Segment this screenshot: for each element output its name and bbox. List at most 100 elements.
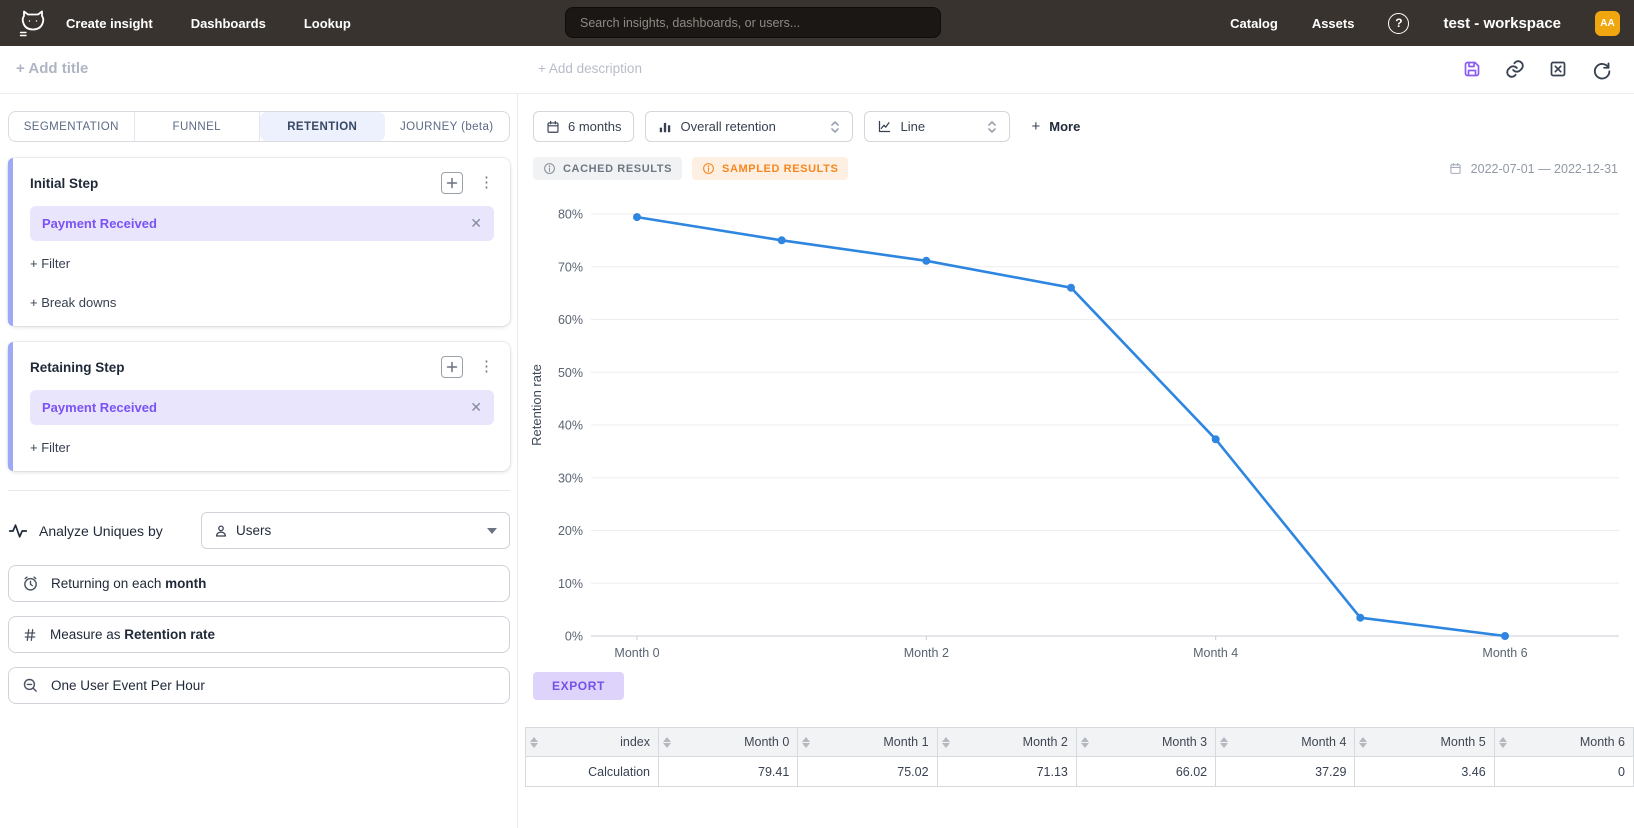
save-icon[interactable] (1461, 58, 1483, 80)
retention-line-chart[interactable]: 0%10%20%30%40%50%60%70%80%Month 0Month 2… (525, 184, 1634, 666)
column-header-month-1[interactable]: Month 1 (798, 728, 937, 757)
column-header-month-4[interactable]: Month 4 (1216, 728, 1355, 757)
date-range-value: 2022-07-01 — 2022-12-31 (1471, 162, 1618, 176)
zoom-out-icon (22, 677, 39, 694)
title-actions (1461, 58, 1612, 80)
hash-icon (22, 627, 38, 643)
table-cell: 3.46 (1355, 757, 1494, 787)
cached-results-badge: CACHED RESULTS (533, 157, 682, 180)
table-cell: 0 (1494, 757, 1633, 787)
column-header-month-0[interactable]: Month 0 (659, 728, 798, 757)
sort-icon[interactable] (802, 737, 810, 748)
column-header-month-2[interactable]: Month 2 (937, 728, 1076, 757)
metric-select[interactable]: Overall retention (645, 111, 853, 142)
calendar-icon (1449, 162, 1462, 175)
sort-icon[interactable] (942, 737, 950, 748)
add-title-button[interactable]: + Add title (16, 60, 88, 77)
svg-text:80%: 80% (558, 208, 583, 222)
sort-icon[interactable] (530, 737, 538, 748)
svg-text:70%: 70% (558, 260, 583, 274)
results-table-body: Calculation79.4175.0271.1366.0237.293.46… (526, 757, 1634, 787)
bar-chart-icon (658, 120, 672, 134)
add-filter-button[interactable]: + Filter (30, 256, 494, 271)
line-chart-icon (877, 119, 892, 134)
retaining-step-event-pill[interactable]: Payment Received ✕ (30, 390, 494, 425)
svg-text:30%: 30% (558, 471, 583, 485)
analyze-entity-select[interactable]: Users (201, 512, 510, 549)
metric-select-value: Overall retention (680, 119, 775, 134)
nav-item-dashboards[interactable]: Dashboards (191, 16, 266, 31)
export-button[interactable]: EXPORT (533, 672, 624, 700)
app-logo-cat-icon[interactable] (16, 6, 50, 40)
chart-type-value: Line (900, 119, 925, 134)
kebab-menu-icon[interactable]: ⋮ (479, 362, 494, 372)
table-row: Calculation79.4175.0271.1366.0237.293.46… (526, 757, 1634, 787)
initial-step-event-pill[interactable]: Payment Received ✕ (30, 206, 494, 241)
link-icon[interactable] (1504, 58, 1526, 80)
workspace-name[interactable]: test - workspace (1443, 15, 1561, 32)
svg-text:20%: 20% (558, 524, 583, 538)
avatar[interactable]: AA (1595, 11, 1620, 36)
remove-event-icon[interactable]: ✕ (470, 215, 482, 232)
column-label: index (544, 735, 650, 749)
sort-icon[interactable] (1499, 737, 1507, 748)
column-label: Month 0 (677, 735, 789, 749)
tab-segmentation[interactable]: SEGMENTATION (9, 112, 135, 141)
query-builder-panel: SEGMENTATIONFUNNELRETENTIONJOURNEY (beta… (8, 94, 510, 828)
column-header-month-3[interactable]: Month 3 (1076, 728, 1215, 757)
option-text: One User Event Per Hour (51, 678, 205, 693)
sort-icon[interactable] (1220, 737, 1228, 748)
column-header-index[interactable]: index (526, 728, 659, 757)
option-bold-text: Retention rate (124, 627, 215, 642)
section-divider (8, 490, 510, 491)
nav-item-catalog[interactable]: Catalog (1230, 16, 1278, 31)
returning-on-option[interactable]: Returning on each month (8, 565, 510, 602)
sampled-results-badge: SAMPLED RESULTS (692, 157, 848, 180)
nav-item-lookup[interactable]: Lookup (304, 16, 351, 31)
add-event-icon[interactable] (441, 172, 463, 194)
date-window-button[interactable]: 6 months (533, 111, 634, 142)
add-event-icon[interactable] (441, 356, 463, 378)
initial-step-card: Initial Step ⋮ Payment Received ✕ + Filt… (8, 158, 510, 326)
svg-text:10%: 10% (558, 577, 583, 591)
nav-item-assets[interactable]: Assets (1312, 16, 1355, 31)
chart-type-select[interactable]: Line (864, 111, 1010, 142)
column-header-month-5[interactable]: Month 5 (1355, 728, 1494, 757)
one-event-per-hour-option[interactable]: One User Event Per Hour (8, 667, 510, 704)
tab-funnel[interactable]: FUNNEL (135, 112, 261, 141)
add-description-button[interactable]: + Add description (538, 61, 642, 76)
svg-text:0%: 0% (565, 630, 583, 644)
more-label: More (1049, 119, 1080, 134)
search-input[interactable] (565, 7, 941, 38)
status-row: CACHED RESULTS SAMPLED RESULTS 2022-07-0… (533, 157, 1634, 180)
sort-icon[interactable] (663, 737, 671, 748)
tab-retention[interactable]: RETENTION (260, 112, 385, 141)
tab-journey-beta[interactable]: JOURNEY (beta) (385, 112, 510, 141)
add-filter-button[interactable]: + Filter (30, 440, 494, 455)
analyze-uniques-row: Analyze Uniques by Users (8, 512, 510, 549)
date-range: 2022-07-01 — 2022-12-31 (1449, 162, 1618, 176)
sort-icon[interactable] (1081, 737, 1089, 748)
more-button[interactable]: + More (1031, 118, 1080, 135)
svg-text:50%: 50% (558, 366, 583, 380)
svg-text:40%: 40% (558, 419, 583, 433)
clear-icon[interactable] (1547, 58, 1569, 80)
table-cell: 66.02 (1076, 757, 1215, 787)
nav-item-create-insight[interactable]: Create insight (66, 16, 153, 31)
kebab-menu-icon[interactable]: ⋮ (479, 178, 494, 188)
help-icon[interactable]: ? (1388, 13, 1409, 34)
column-header-month-6[interactable]: Month 6 (1494, 728, 1633, 757)
event-name: Payment Received (42, 216, 470, 231)
svg-text:Retention rate: Retention rate (529, 364, 544, 446)
table-cell: 71.13 (937, 757, 1076, 787)
chart-controls: 6 months Overall retention Line + Mor (533, 111, 1634, 142)
measure-as-option[interactable]: Measure as Retention rate (8, 616, 510, 653)
refresh-icon[interactable] (1590, 58, 1612, 80)
sort-icon[interactable] (1359, 737, 1367, 748)
add-breakdown-button[interactable]: + Break downs (30, 295, 494, 310)
plus-icon: + (1031, 118, 1040, 135)
chevron-down-icon (487, 528, 497, 534)
svg-text:60%: 60% (558, 313, 583, 327)
remove-event-icon[interactable]: ✕ (470, 399, 482, 416)
select-chevrons-icon (987, 120, 997, 134)
